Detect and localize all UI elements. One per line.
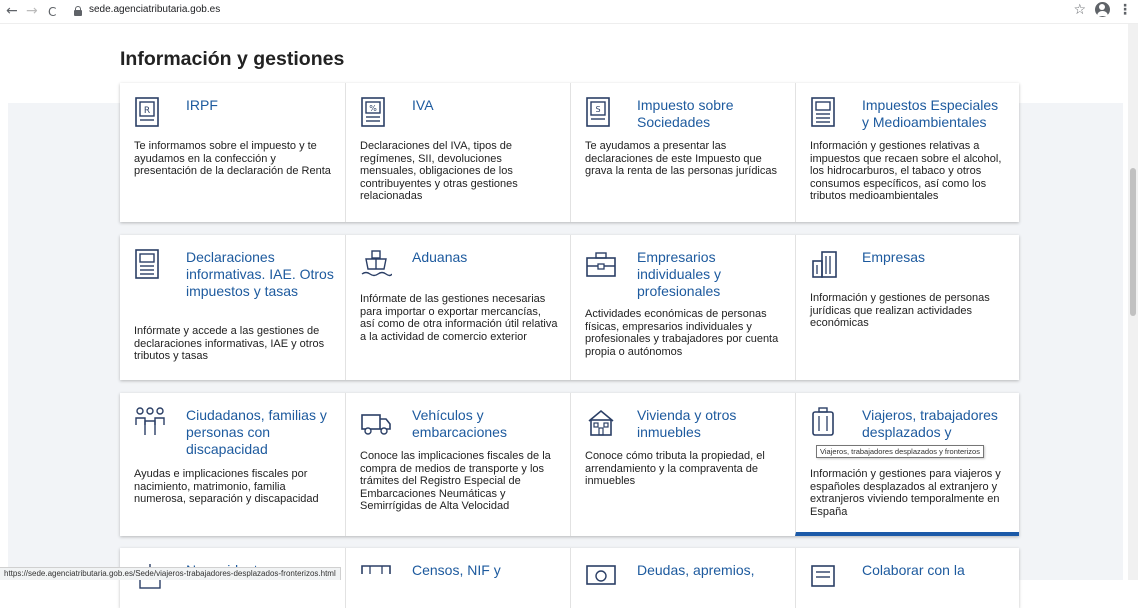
svg-text:S: S xyxy=(595,105,600,114)
card-empresas-title[interactable]: Empresas xyxy=(862,249,1009,266)
card-declaraciones-informativas-title[interactable]: Declaraciones informativas. IAE. Otros i… xyxy=(186,249,335,300)
card-colaborar-title[interactable]: Colaborar con la xyxy=(862,562,1009,579)
tooltip: Viajeros, trabajadores desplazados y fro… xyxy=(816,445,984,458)
card-irpf-title[interactable]: IRPF xyxy=(186,97,335,114)
card-declaraciones-informativas[interactable]: Declaraciones informativas. IAE. Otros i… xyxy=(120,235,345,380)
document-percent-icon: % xyxy=(360,97,386,127)
card-row-2: Declaraciones informativas. IAE. Otros i… xyxy=(120,235,1019,380)
bookmark-star-icon[interactable]: ☆ xyxy=(1073,2,1086,18)
card-censos[interactable]: Censos, NIF y xyxy=(345,548,570,608)
card-viajeros-title[interactable]: Viajeros, trabajadores desplazados y xyxy=(862,407,1009,441)
card-aduanas-desc: Infórmate de las gestiones necesarias pa… xyxy=(360,293,558,343)
building-icon xyxy=(810,249,840,279)
card-sociedades[interactable]: S Impuesto sobre Sociedades Te ayudamos … xyxy=(570,83,795,222)
card-row-1: R IRPF Te informamos sobre el impuesto y… xyxy=(120,83,1019,222)
card-iva-title[interactable]: IVA xyxy=(412,97,560,114)
card-sociedades-desc: Te ayudamos a presentar las declaracione… xyxy=(585,140,783,178)
document-list-icon xyxy=(810,97,836,127)
card-deudas[interactable]: Deudas, apremios, xyxy=(570,548,795,608)
card-viajeros-desc: Información y gestiones para viajeros y … xyxy=(810,468,1007,518)
card-irpf[interactable]: R IRPF Te informamos sobre el impuesto y… xyxy=(120,83,345,222)
people-icon xyxy=(134,407,166,437)
card-irpf-desc: Te informamos sobre el impuesto y te ayu… xyxy=(134,140,333,178)
document-s-icon: S xyxy=(585,97,611,127)
browser-toolbar: ← → C sede.agenciatributaria.gob.es ☆ ⋮ xyxy=(0,0,1138,24)
reload-icon[interactable]: C xyxy=(48,4,56,20)
card-ciudadanos[interactable]: Ciudadanos, familias y personas con disc… xyxy=(120,393,345,536)
card-iva-desc: Declaraciones del IVA, tipos de regímene… xyxy=(360,140,558,203)
svg-text:%: % xyxy=(369,104,377,113)
card-vivienda[interactable]: Vivienda y otros inmuebles Conoce cómo t… xyxy=(570,393,795,536)
svg-text:R: R xyxy=(144,106,150,116)
card-impuestos-especiales[interactable]: Impuestos Especiales y Medioambientales … xyxy=(795,83,1019,222)
card-vehiculos[interactable]: Vehículos y embarcaciones Conoce las imp… xyxy=(345,393,570,536)
card-aduanas[interactable]: Aduanas Infórmate de las gestiones neces… xyxy=(345,235,570,380)
card-deudas-title[interactable]: Deudas, apremios, xyxy=(637,562,785,579)
scrollbar-thumb[interactable] xyxy=(1130,168,1136,316)
truck-icon xyxy=(360,407,392,437)
card-vehiculos-title[interactable]: Vehículos y embarcaciones xyxy=(412,407,560,441)
card-impuestos-especiales-title[interactable]: Impuestos Especiales y Medioambientales xyxy=(862,97,1009,131)
card-viajeros[interactable]: Viajeros, trabajadores desplazados y Inf… xyxy=(795,393,1019,536)
card-ciudadanos-title[interactable]: Ciudadanos, familias y personas con disc… xyxy=(186,407,335,458)
profile-avatar-icon[interactable] xyxy=(1095,2,1110,17)
card-empresarios-desc: Actividades económicas de personas físic… xyxy=(585,308,783,358)
card-vivienda-title[interactable]: Vivienda y otros inmuebles xyxy=(637,407,785,441)
card-sociedades-title[interactable]: Impuesto sobre Sociedades xyxy=(637,97,785,131)
forward-arrow-icon[interactable]: → xyxy=(26,3,38,19)
page-scrollbar[interactable] xyxy=(1128,24,1138,580)
card-empresarios[interactable]: Empresarios individuales y profesionales… xyxy=(570,235,795,380)
status-bar-url: https://sede.agenciatributaria.gob.es/Se… xyxy=(0,567,341,580)
house-icon xyxy=(585,407,617,437)
card-empresas[interactable]: Empresas Información y gestiones de pers… xyxy=(795,235,1019,380)
ship-icon xyxy=(360,249,392,279)
card-aduanas-title[interactable]: Aduanas xyxy=(412,249,560,266)
card-vivienda-desc: Conoce cómo tributa la propiedad, el arr… xyxy=(585,450,783,488)
card-impuestos-especiales-desc: Información y gestiones relativas a impu… xyxy=(810,140,1007,203)
lock-icon xyxy=(74,6,82,16)
card-empresas-desc: Información y gestiones de personas jurí… xyxy=(810,292,1007,330)
card-colaborar[interactable]: Colaborar con la xyxy=(795,548,1019,608)
page-title: Información y gestiones xyxy=(120,48,344,71)
id-card-icon xyxy=(360,562,392,592)
card-declaraciones-informativas-desc: Infórmate y accede a las gestiones de de… xyxy=(134,325,333,363)
card-iva[interactable]: % IVA Declaraciones del IVA, tipos de re… xyxy=(345,83,570,222)
briefcase-icon xyxy=(585,249,617,279)
card-vehiculos-desc: Conoce las implicaciones fiscales de la … xyxy=(360,450,558,513)
card-row-3: Ciudadanos, familias y personas con disc… xyxy=(120,393,1019,536)
document-r-icon: R xyxy=(134,97,160,127)
coin-icon xyxy=(585,562,617,592)
card-empresarios-title[interactable]: Empresarios individuales y profesionales xyxy=(637,249,785,300)
document-list-icon xyxy=(134,249,160,279)
back-arrow-icon[interactable]: ← xyxy=(6,3,18,19)
suitcase-icon xyxy=(810,407,836,437)
browser-menu-icon[interactable]: ⋮ xyxy=(1118,2,1132,18)
card-censos-title[interactable]: Censos, NIF y xyxy=(412,562,560,579)
address-bar[interactable]: sede.agenciatributaria.gob.es xyxy=(89,4,220,15)
monitor-icon xyxy=(810,562,836,592)
card-ciudadanos-desc: Ayudas e implicaciones fiscales por naci… xyxy=(134,468,333,506)
